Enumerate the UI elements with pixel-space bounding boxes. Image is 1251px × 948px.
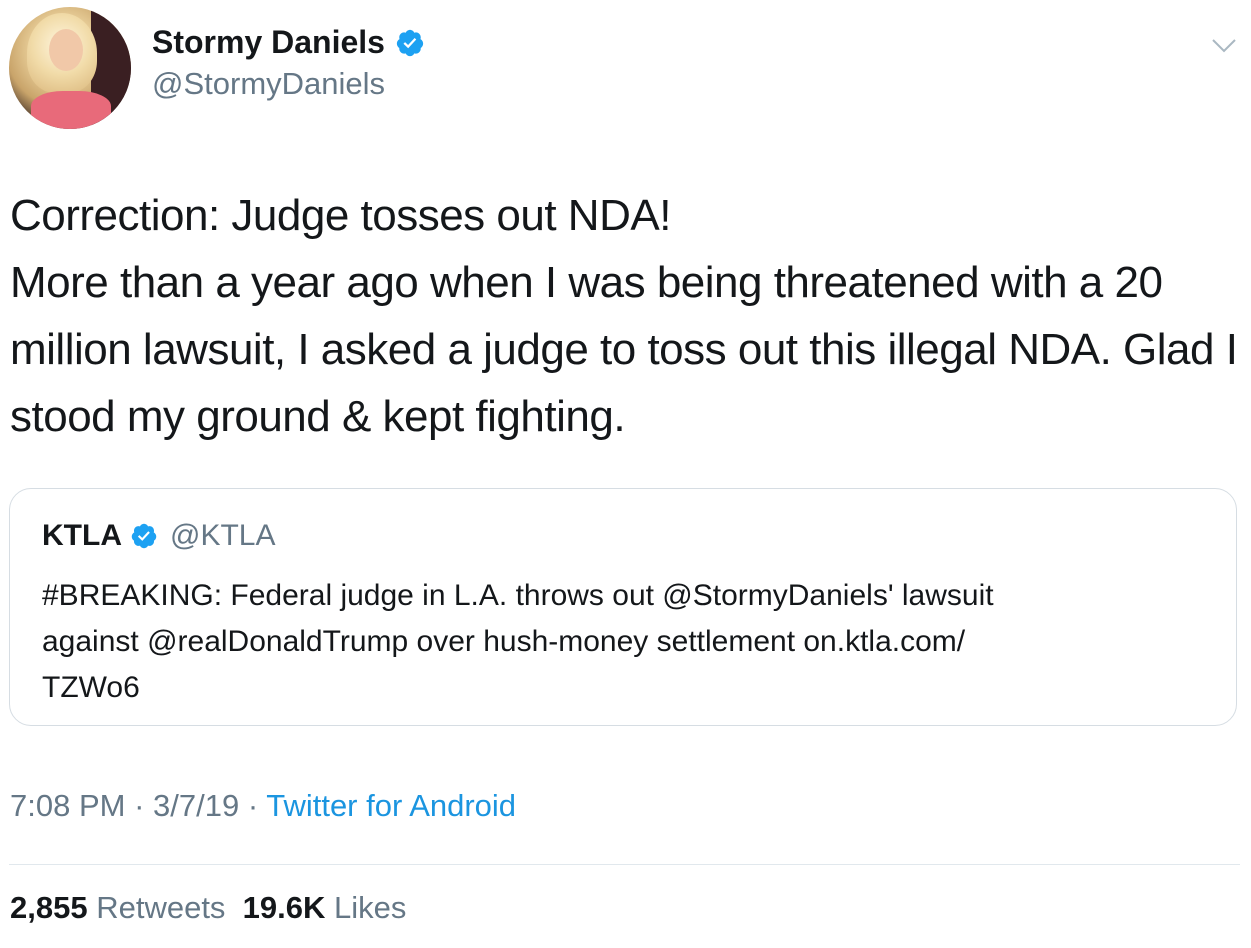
quoted-author-handle: @KTLA: [169, 519, 276, 552]
quoted-tweet-text: #BREAKING: Federal judge in L.A. throws …: [42, 573, 1202, 711]
retweets-label: Retweets: [96, 890, 226, 925]
likes-stat[interactable]: 19.6K Likes: [243, 890, 407, 925]
verified-badge-icon: [396, 29, 424, 56]
tweet-line: More than a year ago when I was being th…: [10, 258, 1163, 307]
meta-separator: ·: [125, 788, 154, 823]
tweet-date[interactable]: 3/7/19: [153, 788, 239, 823]
tweet-time[interactable]: 7:08 PM: [10, 788, 125, 823]
quoted-tweet-line: against @realDonaldTrump over hush-money…: [42, 625, 966, 658]
author-name-row[interactable]: Stormy Daniels: [152, 24, 425, 61]
tweet-line: Correction: Judge tosses out NDA!: [10, 191, 671, 240]
author-name[interactable]: Stormy Daniels: [152, 24, 385, 61]
meta-separator: ·: [239, 788, 267, 823]
quoted-tweet-header: KTLA @KTLA: [42, 519, 275, 553]
author-handle[interactable]: @StormyDaniels: [152, 66, 385, 102]
divider: [9, 864, 1240, 865]
tweet-stats: 2,855 Retweets 19.6K Likes: [10, 890, 406, 926]
retweets-stat[interactable]: 2,855 Retweets: [10, 890, 225, 925]
avatar[interactable]: [9, 7, 131, 129]
likes-label: Likes: [334, 890, 407, 925]
tweet-text: Correction: Judge tosses out NDA! More t…: [10, 182, 1240, 450]
quoted-tweet-line: #BREAKING: Federal judge in L.A. throws …: [42, 579, 994, 612]
likes-count: 19.6K: [242, 890, 326, 925]
tweet-meta: 7:08 PM · 3/7/19 · Twitter for Android: [10, 788, 516, 824]
quoted-author-name: KTLA: [42, 519, 122, 552]
verified-badge-icon: [131, 523, 157, 549]
tweet-line: stood my ground & kept fighting.: [10, 392, 626, 441]
quoted-tweet-line: TZWo6: [42, 671, 140, 704]
avatar-clothing: [31, 91, 111, 129]
retweets-count: 2,855: [10, 890, 88, 925]
tweet-line: million lawsuit, I asked a judge to toss…: [10, 325, 1238, 374]
tweet-source-link[interactable]: Twitter for Android: [266, 788, 516, 823]
avatar-face: [49, 29, 83, 71]
quoted-tweet-card[interactable]: KTLA @KTLA #BREAKING: Federal judge in L…: [9, 488, 1237, 726]
chevron-down-icon[interactable]: [1211, 36, 1237, 56]
